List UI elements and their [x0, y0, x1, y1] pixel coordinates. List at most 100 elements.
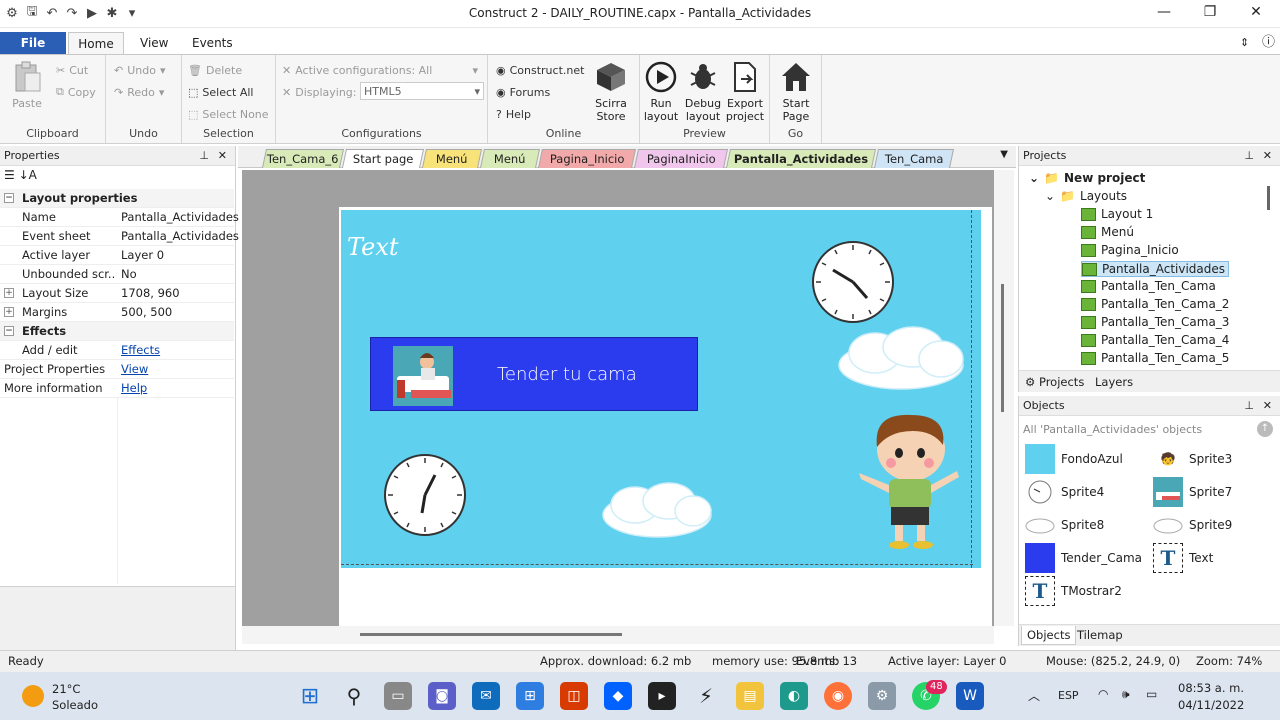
projects-scroll-thumb[interactable]: [1267, 186, 1270, 210]
horizontal-scrollbar[interactable]: [242, 626, 994, 644]
displaying-select[interactable]: HTML5 ▾: [360, 82, 484, 100]
property-value[interactable]: No: [121, 265, 137, 284]
up-arrow-icon[interactable]: ↑: [1257, 421, 1273, 437]
property-value[interactable]: 500, 500: [121, 303, 172, 322]
tab-view[interactable]: View: [128, 32, 180, 54]
select-none-button[interactable]: ⬚ Select None: [188, 105, 269, 123]
object-item[interactable]: Sprite7: [1153, 477, 1280, 507]
store-icon[interactable]: ⊞: [516, 682, 544, 710]
cloud-sprite-bottom[interactable]: [599, 479, 715, 541]
property-row[interactable]: + Margins 500, 500: [0, 303, 234, 322]
property-row[interactable]: Event sheet Pantalla_Actividades: [0, 227, 239, 246]
categorized-icon[interactable]: ☰: [4, 168, 15, 182]
view-link[interactable]: View: [121, 360, 148, 379]
tab-start-page[interactable]: Start page: [341, 149, 425, 168]
language-indicator[interactable]: ESP: [1058, 689, 1079, 702]
layout-item-selected[interactable]: Pantalla_Actividades: [1081, 261, 1230, 277]
effects-link[interactable]: Effects: [121, 341, 160, 360]
object-item[interactable]: T TMostrar2: [1025, 576, 1153, 606]
tab-layers[interactable]: Layers: [1095, 375, 1133, 389]
boy-character-sprite[interactable]: [859, 413, 959, 553]
tab-file[interactable]: File: [0, 32, 66, 54]
forums-link[interactable]: ◉ Forums: [496, 83, 550, 101]
tab-projects[interactable]: ⚙ Projects: [1025, 375, 1084, 389]
property-value[interactable]: 1708, 960: [121, 284, 180, 303]
chevron-up-icon[interactable]: ︿: [1028, 687, 1040, 704]
start-icon[interactable]: ⊞: [296, 682, 324, 710]
property-row[interactable]: Active layer Layer 0: [0, 246, 234, 265]
scroll-thumb[interactable]: [360, 633, 622, 636]
property-value[interactable]: Pantalla_Actividades: [121, 227, 239, 246]
active-configurations-dropdown[interactable]: ✕ Active configurations: All ▾: [282, 61, 478, 79]
tab-pagina-inicio[interactable]: Pagina_Inicio: [537, 149, 637, 168]
start-page-button[interactable]: Start Page: [775, 61, 817, 123]
maximize-button[interactable]: ❐: [1190, 4, 1230, 24]
object-item[interactable]: Tender_Cama: [1025, 543, 1153, 573]
tab-ten-cama[interactable]: Ten_Cama: [873, 149, 955, 168]
construct-app-icon[interactable]: ⚙: [868, 682, 896, 710]
folder-icon[interactable]: ▤: [736, 682, 764, 710]
layout-item[interactable]: Pantalla_Ten_Cama_5: [1081, 351, 1229, 365]
tender-cama-button[interactable]: Tender tu cama: [370, 337, 698, 411]
help-link[interactable]: ? Help: [496, 105, 531, 123]
property-row[interactable]: Unbounded scr... No: [0, 265, 234, 284]
sun-icon[interactable]: [22, 685, 44, 707]
select-all-button[interactable]: ⬚ Select All: [188, 83, 253, 101]
collapse-icon[interactable]: −: [4, 193, 14, 203]
wifi-icon[interactable]: ◠: [1098, 687, 1108, 701]
volume-icon[interactable]: 🕪: [1122, 687, 1130, 702]
property-row[interactable]: Name Pantalla_Actividades: [0, 208, 239, 227]
pin-icon[interactable]: ⊥: [1244, 396, 1254, 416]
cloud-sprite-right[interactable]: [835, 323, 967, 393]
property-row[interactable]: Add / edit Effects: [0, 341, 234, 360]
word-icon[interactable]: W: [956, 682, 984, 710]
effects-section[interactable]: − Effects: [0, 322, 234, 341]
pin-icon[interactable]: ⊥: [1244, 146, 1254, 166]
layout-item[interactable]: Pantalla_Ten_Cama_2: [1081, 297, 1229, 311]
paste-button[interactable]: Paste: [6, 61, 48, 110]
close-icon[interactable]: ✕: [1263, 146, 1272, 166]
tabs-dropdown-icon[interactable]: ▼: [1000, 149, 1008, 160]
object-item[interactable]: 🧒 Sprite3: [1153, 444, 1280, 474]
object-item[interactable]: Sprite8: [1025, 510, 1153, 540]
object-item[interactable]: T Text: [1153, 543, 1280, 573]
export-project-button[interactable]: Export project: [724, 61, 766, 123]
close-icon[interactable]: ✕: [218, 146, 227, 166]
expand-icon[interactable]: +: [4, 307, 14, 317]
search-icon[interactable]: ⚲: [340, 682, 368, 710]
vertical-scrollbar[interactable]: [994, 170, 1014, 626]
office-icon[interactable]: ◫: [560, 682, 588, 710]
run-layout-button[interactable]: Run layout: [640, 61, 682, 123]
tab-ten-cama-6[interactable]: Ten_Cama_6: [261, 149, 345, 168]
clock-sprite-bottom[interactable]: [383, 453, 467, 537]
layout-item[interactable]: Pagina_Inicio: [1081, 243, 1179, 257]
clock-time[interactable]: 08:53 a. m.: [1178, 681, 1244, 695]
layout-view[interactable]: Text Tender tu cama: [242, 170, 994, 626]
battery-icon[interactable]: ▭: [1146, 687, 1157, 701]
edge-icon[interactable]: ◐: [780, 682, 808, 710]
property-value[interactable]: Pantalla_Actividades: [121, 208, 239, 227]
pin-icon[interactable]: ⊥: [199, 146, 209, 166]
clock-sprite-top[interactable]: [811, 240, 895, 324]
layout-item[interactable]: Menú: [1081, 225, 1134, 239]
tab-tilemap[interactable]: Tilemap: [1077, 628, 1123, 642]
layout-item[interactable]: Pantalla_Ten_Cama: [1081, 279, 1216, 293]
help-icon[interactable]: ⓘ: [1250, 32, 1280, 54]
cut-button[interactable]: ✂ Cut: [56, 61, 88, 79]
layout-item[interactable]: Layout 1: [1081, 207, 1153, 221]
teams-icon[interactable]: ◙: [428, 682, 456, 710]
layout-item[interactable]: Pantalla_Ten_Cama_3: [1081, 315, 1229, 329]
object-item[interactable]: Sprite4: [1025, 477, 1153, 507]
text-object[interactable]: Text: [347, 233, 399, 261]
tab-events[interactable]: Events: [180, 32, 245, 54]
layout-properties-section[interactable]: − Layout properties: [0, 189, 234, 208]
property-value[interactable]: Layer 0: [121, 246, 164, 265]
help-link[interactable]: Help: [121, 379, 147, 398]
undo-button[interactable]: ↶ Undo ▾: [114, 61, 166, 79]
project-root[interactable]: ⌄ 📁 New project: [1029, 171, 1145, 185]
delete-button[interactable]: 🗑 Delete: [188, 61, 242, 79]
layout-item[interactable]: Pantalla_Ten_Cama_4: [1081, 333, 1229, 347]
copy-button[interactable]: ⧉ Copy: [56, 83, 96, 101]
firefox-icon[interactable]: ◉: [824, 682, 852, 710]
redo-button[interactable]: ↷ Redo ▾: [114, 83, 164, 101]
